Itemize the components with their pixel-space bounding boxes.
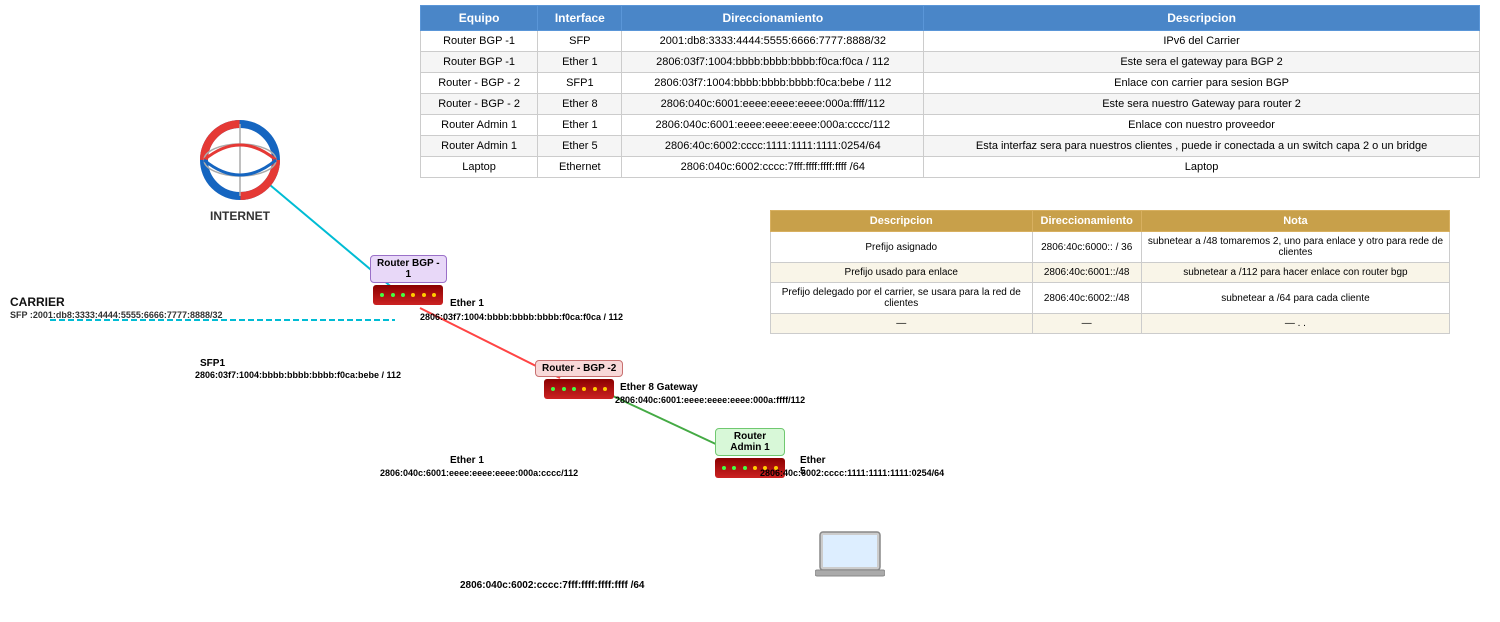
table-cell: — . . [1141, 314, 1449, 334]
table-cell: 2806:40c:6002::/48 [1032, 283, 1141, 314]
table-cell: 2806:40c:6001::/48 [1032, 263, 1141, 283]
router-bgp1-label: Router BGP -1 [370, 255, 447, 283]
router-admin1-label: Router Admin 1 [715, 428, 785, 456]
laptop-icon [815, 530, 885, 585]
table-cell: subnetear a /48 tomaremos 2, uno para en… [1141, 232, 1449, 263]
table-cell: Este sera nuestro Gateway para router 2 [924, 94, 1480, 115]
table-cell: subnetear a /112 para hacer enlace con r… [1141, 263, 1449, 283]
bgp2-sfp1-label: SFP1 [200, 358, 225, 369]
router-bgp1: Router BGP -1 [370, 255, 447, 305]
bgp2-ether8-label: Ether 8 Gateway [620, 382, 698, 393]
table-row: ——— . . [771, 314, 1450, 334]
table-cell: subnetear a /64 para cada cliente [1141, 283, 1449, 314]
internet-cloud: INTERNET [175, 120, 305, 223]
table-row: Prefijo usado para enlace2806:40c:6001::… [771, 263, 1450, 283]
main-table-header: Descripcion [924, 6, 1480, 31]
bgp1-ether1-label: Ether 1 [450, 298, 484, 309]
table-cell: — [1032, 314, 1141, 334]
laptop-addr: 2806:040c:6002:cccc:7fff:ffff:ffff:ffff … [460, 580, 645, 591]
table-row: Prefijo asignado2806:40c:6000:: / 36subn… [771, 232, 1450, 263]
network-diagram: INTERNET CARRIER SFP :2001:db8:3333:4444… [0, 0, 770, 622]
admin1-ether1-label: Ether 1 [450, 455, 484, 466]
secondary-table: DescripcionDireccionamientoNota Prefijo … [770, 210, 1450, 334]
table-cell: — [771, 314, 1033, 334]
table-cell: Laptop [924, 157, 1480, 178]
router-bgp2: Router - BGP -2 [535, 360, 623, 399]
table-cell: Esta interfaz sera para nuestros cliente… [924, 136, 1480, 157]
table-cell: IPv6 del Carrier [924, 31, 1480, 52]
table-cell: Prefijo asignado [771, 232, 1033, 263]
table-cell: Este sera el gateway para BGP 2 [924, 52, 1480, 73]
router-bgp2-label: Router - BGP -2 [535, 360, 623, 377]
carrier-label: CARRIER [10, 295, 65, 309]
sec-table-header: Nota [1141, 211, 1449, 232]
sec-table-header: Direccionamiento [1032, 211, 1141, 232]
admin1-ether1-addr: 2806:040c:6001:eeee:eeee:eeee:000a:cccc/… [380, 468, 578, 478]
admin1-ether5-addr: 2806:40c:6002:cccc:1111:1111:1111:0254/6… [760, 468, 944, 478]
table-cell: Enlace con nuestro proveedor [924, 115, 1480, 136]
internet-label: INTERNET [175, 209, 305, 223]
bgp2-ether8-addr: 2806:040c:6001:eeee:eeee:eeee:000a:ffff/… [615, 395, 805, 405]
table-cell: Prefijo usado para enlace [771, 263, 1033, 283]
router-bgp2-icon [544, 379, 614, 399]
carrier-sfp-label: SFP :2001:db8:3333:4444:5555:6666:7777:8… [10, 310, 222, 320]
table-cell: Enlace con carrier para sesion BGP [924, 73, 1480, 94]
cloud-icon [180, 120, 300, 200]
router-bgp1-icon [373, 285, 443, 305]
table-cell: Prefijo delegado por el carrier, se usar… [771, 283, 1033, 314]
table-row: Prefijo delegado por el carrier, se usar… [771, 283, 1450, 314]
laptop-diagram [815, 530, 885, 590]
sec-table-header: Descripcion [771, 211, 1033, 232]
bgp2-sfp1-addr: 2806:03f7:1004:bbbb:bbbb:bbbb:f0ca:bebe … [195, 370, 401, 380]
bgp1-ether1-addr: 2806:03f7:1004:bbbb:bbbb:bbbb:f0ca:f0ca … [420, 312, 623, 322]
table-cell: 2806:40c:6000:: / 36 [1032, 232, 1141, 263]
